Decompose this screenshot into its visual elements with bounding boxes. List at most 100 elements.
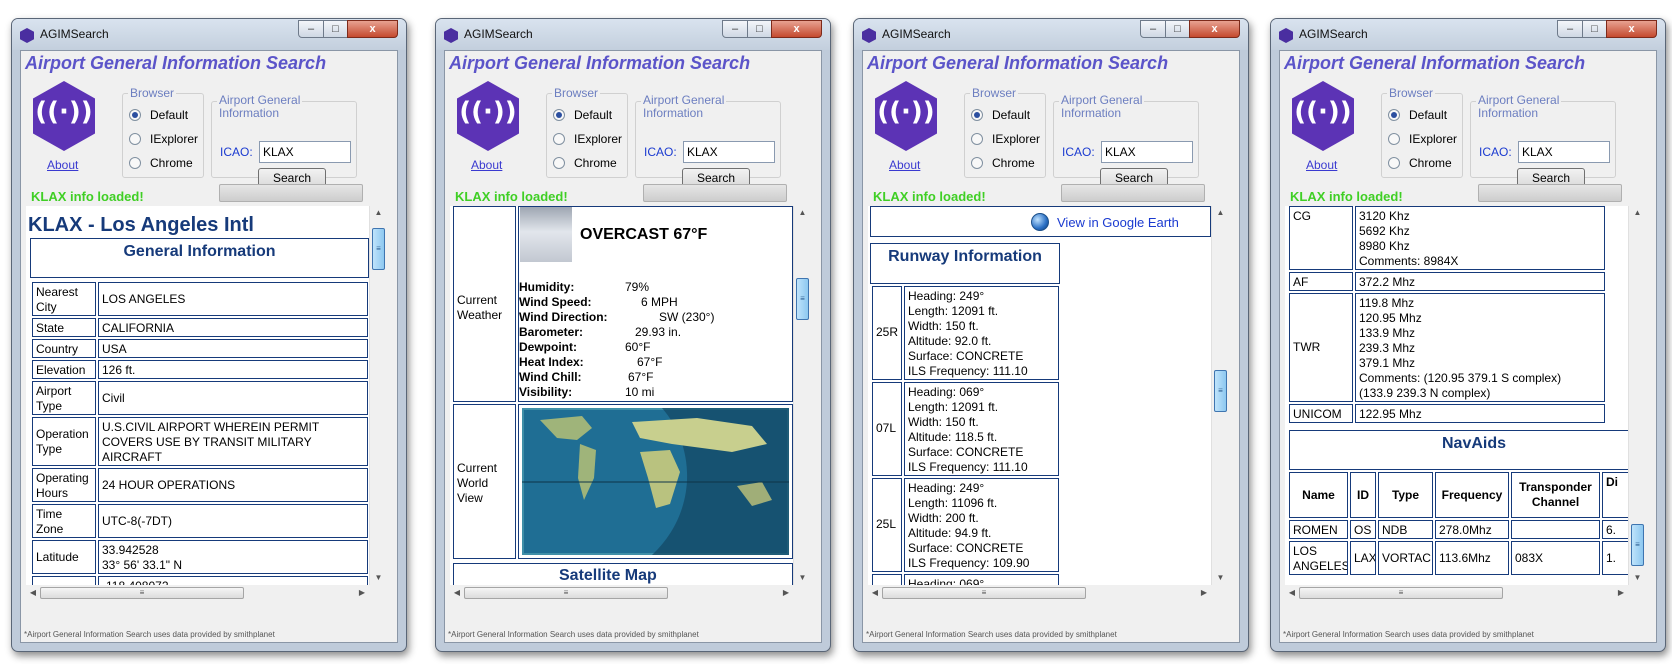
horizontal-scroll-thumb[interactable]: ≡ — [464, 587, 668, 599]
about-link[interactable]: About — [47, 158, 78, 172]
radio-iexplorer[interactable]: IExplorer — [553, 132, 622, 146]
radio-iexplorer[interactable]: IExplorer — [129, 132, 198, 146]
label-current-world-view: Current World View — [453, 404, 516, 559]
maximize-button[interactable]: □ — [747, 20, 772, 38]
radio-default[interactable]: Default — [971, 108, 1030, 122]
title-bar[interactable]: AGIMSearch – □ x — [436, 19, 830, 50]
horizontal-scrollbar[interactable]: ◀ ≡ ▶ — [868, 585, 1211, 601]
horizontal-scrollbar[interactable]: ◀ ≡ ▶ — [450, 585, 793, 601]
label-operation-type: Operation Type — [32, 417, 96, 466]
google-earth-link[interactable]: View in Google Earth — [1057, 215, 1179, 230]
about-link[interactable]: About — [1306, 158, 1337, 172]
vertical-scrollbar[interactable]: ▲ ≡ ▼ — [793, 206, 811, 585]
value-cg: 3120 Khz 5692 Khz 8980 Khz Comments: 8984X — [1355, 206, 1605, 270]
vertical-scrollbar[interactable]: ▲ ≡ ▼ — [1628, 206, 1646, 585]
icao-input[interactable]: KLAX — [1518, 141, 1610, 163]
scroll-up-icon[interactable]: ▲ — [1212, 206, 1229, 220]
close-button[interactable]: x — [1606, 20, 1657, 38]
title-bar[interactable]: AGIMSearch – □ x — [854, 19, 1248, 50]
value-unicom: 122.95 Mhz — [1355, 404, 1605, 423]
web-view[interactable]: Current Weather OVERCAST 67°F Humidity: W… — [450, 206, 793, 585]
app-heading: Airport General Information Search — [867, 53, 1169, 73]
maximize-button[interactable]: □ — [1582, 20, 1607, 38]
client-area: Airport General Information Search ((·))… — [444, 50, 822, 643]
horizontal-scroll-thumb[interactable]: ≡ — [882, 587, 1086, 599]
close-button[interactable]: x — [347, 20, 398, 38]
scroll-up-icon[interactable]: ▲ — [370, 206, 387, 220]
title-bar[interactable]: AGIMSearch – □ x — [12, 19, 406, 50]
scroll-right-icon[interactable]: ▶ — [779, 585, 793, 601]
airport-group-label: Airport General Information — [217, 93, 303, 120]
scroll-left-icon[interactable]: ◀ — [868, 585, 882, 601]
minimize-button[interactable]: – — [1557, 20, 1583, 38]
radio-default[interactable]: Default — [1388, 108, 1447, 122]
radio-icon — [553, 157, 565, 169]
horizontal-scrollbar[interactable]: ◀ ≡ ▶ — [26, 585, 369, 601]
horizontal-scrollbar[interactable]: ◀ ≡ ▶ — [1285, 585, 1628, 601]
horizontal-scroll-thumb[interactable]: ≡ — [1299, 587, 1503, 599]
scroll-up-icon[interactable]: ▲ — [1629, 206, 1646, 220]
close-button[interactable]: x — [1189, 20, 1240, 38]
minimize-button[interactable]: – — [298, 20, 324, 38]
icao-input[interactable]: KLAX — [259, 141, 351, 163]
scroll-thumb[interactable]: ≡ — [796, 278, 809, 320]
vertical-scrollbar[interactable]: ▲ ≡ ▼ — [1211, 206, 1229, 585]
web-view[interactable]: CG 3120 Khz 5692 Khz 8980 Khz Comments: 898… — [1285, 206, 1628, 585]
scroll-right-icon[interactable]: ▶ — [1197, 585, 1211, 601]
scroll-thumb[interactable]: ≡ — [1631, 524, 1644, 566]
navaid-romen-transponder — [1511, 520, 1600, 539]
google-earth-icon — [1031, 213, 1049, 231]
app-heading: Airport General Information Search — [449, 53, 751, 73]
window-title: AGIMSearch — [1299, 27, 1368, 41]
scroll-down-icon[interactable]: ▼ — [370, 571, 387, 585]
vertical-scrollbar[interactable]: ▲ ≡ ▼ — [369, 206, 387, 585]
scroll-up-icon[interactable]: ▲ — [794, 206, 811, 220]
icao-input[interactable]: KLAX — [683, 141, 775, 163]
maximize-button[interactable]: □ — [323, 20, 348, 38]
app-window-runways: AGIMSearch – □ x Airport General Informa… — [853, 18, 1249, 652]
scroll-thumb[interactable]: ≡ — [372, 228, 385, 270]
antenna-logo-icon: ((·)) — [875, 81, 937, 151]
radio-default[interactable]: Default — [553, 108, 612, 122]
radio-iexplorer[interactable]: IExplorer — [1388, 132, 1457, 146]
maximize-button[interactable]: □ — [1165, 20, 1190, 38]
scroll-left-icon[interactable]: ◀ — [26, 585, 40, 601]
radio-chrome[interactable]: Chrome — [553, 156, 617, 170]
horizontal-scroll-thumb[interactable]: ≡ — [40, 587, 244, 599]
radio-default[interactable]: Default — [129, 108, 188, 122]
scroll-down-icon[interactable]: ▼ — [1212, 571, 1229, 585]
label-cg: CG — [1289, 206, 1353, 270]
scroll-right-icon[interactable]: ▶ — [1614, 585, 1628, 601]
radio-chrome[interactable]: Chrome — [129, 156, 193, 170]
about-link[interactable]: About — [889, 158, 920, 172]
runway-25r-label: 25R — [872, 286, 902, 380]
airport-info-group: Airport General Information ICAO: KLAX Se… — [635, 94, 781, 189]
web-view[interactable]: View in Google Earth Runway Information … — [868, 206, 1211, 585]
label-latitude: Latitude — [32, 540, 96, 574]
world-view-panel — [518, 404, 793, 559]
icao-input[interactable]: KLAX — [1101, 141, 1193, 163]
web-view[interactable]: KLAX - Los Angeles Intl General Informat… — [26, 206, 369, 585]
scroll-down-icon[interactable]: ▼ — [1629, 571, 1646, 585]
antenna-logo-icon: ((·)) — [33, 81, 95, 151]
about-link[interactable]: About — [471, 158, 502, 172]
scroll-left-icon[interactable]: ◀ — [1285, 585, 1299, 601]
runway-07l-details: Heading: 069° Length: 12091 ft. Width: 150… — [904, 382, 1059, 476]
minimize-button[interactable]: – — [722, 20, 748, 38]
radio-icon — [553, 133, 565, 145]
radio-iexplorer[interactable]: IExplorer — [971, 132, 1040, 146]
radio-chrome[interactable]: Chrome — [1388, 156, 1452, 170]
scroll-left-icon[interactable]: ◀ — [450, 585, 464, 601]
scroll-down-icon[interactable]: ▼ — [794, 571, 811, 585]
value-airport-type: Civil — [98, 381, 368, 415]
value-af: 372.2 Mhz — [1355, 272, 1605, 291]
close-button[interactable]: x — [771, 20, 822, 38]
scroll-thumb[interactable]: ≡ — [1214, 370, 1227, 412]
airport-info-group: Airport General Information ICAO: KLAX Se… — [1470, 94, 1616, 189]
title-bar[interactable]: AGIMSearch – □ x — [1271, 19, 1665, 50]
status-text: KLAX info loaded! — [31, 189, 144, 204]
value-twr: 119.8 Mhz 120.95 Mhz 133.9 Mhz 239.3 Mhz 379… — [1355, 293, 1605, 402]
scroll-right-icon[interactable]: ▶ — [355, 585, 369, 601]
minimize-button[interactable]: – — [1140, 20, 1166, 38]
radio-chrome[interactable]: Chrome — [971, 156, 1035, 170]
